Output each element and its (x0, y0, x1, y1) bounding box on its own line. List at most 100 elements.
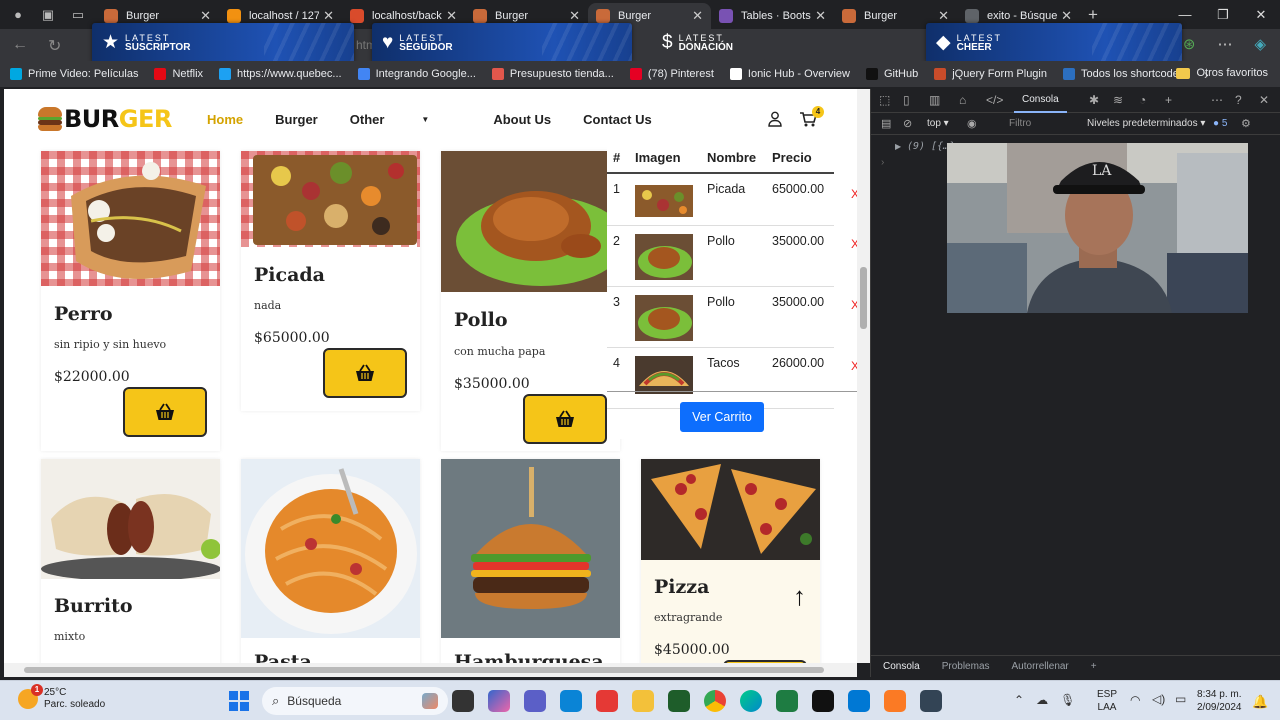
issues-count[interactable]: ● 5 (1213, 118, 1227, 129)
weather-widget[interactable]: 1 25°C Parc. soleado (18, 684, 105, 711)
eye-icon[interactable]: ◉ (967, 117, 977, 130)
bookmark-item[interactable]: Ionic Hub - Overview (729, 68, 850, 80)
network-icon[interactable]: ≋ (1113, 93, 1123, 107)
drawer-tab-autofill[interactable]: Autorrellenar (1012, 661, 1069, 672)
profile-icon[interactable]: ● (10, 7, 26, 23)
nav-home[interactable]: Home (207, 112, 243, 127)
tab-actions-icon[interactable]: ▭ (70, 7, 86, 23)
add-to-cart-button[interactable] (123, 387, 207, 437)
maximize-icon[interactable]: ❐ (1204, 0, 1242, 29)
elements-icon[interactable]: </> (986, 93, 1003, 107)
spreadsheet-icon[interactable] (776, 690, 798, 712)
drawer-tab-console[interactable]: Consola (883, 661, 920, 672)
teams-icon[interactable] (524, 690, 546, 712)
close-window-icon[interactable]: ✕ (1242, 0, 1280, 29)
vertical-scrollbar[interactable] (857, 89, 870, 663)
inspect-icon[interactable]: ⬚ (879, 93, 890, 107)
home-icon[interactable]: ⌂ (959, 93, 966, 107)
xampp-icon[interactable] (884, 690, 906, 712)
web-page-viewport: BURGER Home Burger Other ▼ About Us Conta… (4, 89, 857, 663)
scrollbar-thumb[interactable] (24, 667, 824, 673)
tab-close-icon[interactable]: ✕ (446, 8, 457, 24)
add-to-cart-button[interactable] (323, 348, 407, 398)
volume-icon[interactable]: ◁) (1152, 692, 1165, 706)
nav-other[interactable]: Other ▼ (350, 112, 462, 127)
user-icon[interactable] (768, 111, 782, 127)
tab-close-icon[interactable]: ✕ (692, 8, 703, 24)
drawer-tab-problems[interactable]: Problemas (942, 661, 990, 672)
clock[interactable]: 8:34 p. m. 2/09/2024 (1197, 688, 1242, 714)
remote-desktop-icon[interactable] (920, 690, 942, 712)
context-select[interactable]: top ▾ (927, 118, 949, 129)
xbox-icon[interactable] (668, 690, 690, 712)
reload-icon[interactable]: ↻ (48, 36, 61, 56)
onedrive-icon[interactable]: ☁ (1036, 693, 1048, 707)
tab-close-icon[interactable]: ✕ (323, 8, 334, 24)
start-button[interactable] (229, 691, 249, 711)
bookmark-item[interactable]: Todos los shortcode... (1063, 68, 1188, 80)
levels-select[interactable]: Niveles predeterminados ▾ (1087, 118, 1205, 129)
close-icon[interactable]: ✕ (1259, 93, 1269, 107)
horizontal-scrollbar[interactable] (4, 663, 857, 677)
device-toggle-icon[interactable]: ▯ (903, 93, 910, 107)
menu-icon[interactable]: ⋯ (1217, 35, 1232, 53)
bookmark-item[interactable]: jQuery Form Plugin (934, 68, 1047, 80)
bookmark-item[interactable]: GitHub (865, 68, 918, 80)
bookmark-item[interactable]: Integrando Google... (357, 68, 476, 80)
sidebar-toggle-icon[interactable]: ▤ (881, 117, 891, 130)
scrollbar-thumb[interactable] (860, 267, 867, 329)
copilot-icon[interactable]: ◈ (1254, 35, 1266, 53)
more-icon[interactable]: ⋯ (1211, 93, 1223, 107)
workspaces-icon[interactable]: ▣ (40, 7, 56, 23)
taskbar-search[interactable]: ⌕ Búsqueda (262, 687, 448, 715)
bookmark-item[interactable]: https://www.quebec... (219, 68, 342, 80)
copilot-app-icon[interactable] (488, 690, 510, 712)
bookmark-item[interactable]: (78) Pinterest (629, 68, 714, 80)
log-expand-icon[interactable]: ▶ (895, 142, 901, 151)
tab-console[interactable]: Consola (1014, 89, 1067, 113)
vscode-icon[interactable] (848, 690, 870, 712)
view-cart-button[interactable]: Ver Carrito (680, 402, 764, 432)
help-icon[interactable]: ? (1235, 93, 1242, 107)
clear-console-icon[interactable]: ⊘ (903, 117, 912, 130)
office-icon[interactable] (596, 690, 618, 712)
extension-icon[interactable]: ⊛ (1183, 35, 1196, 53)
tab-close-icon[interactable]: ✕ (569, 8, 580, 24)
other-bookmarks[interactable]: Otros favoritos (1176, 67, 1268, 79)
settings-icon[interactable]: ⚙ (1241, 117, 1251, 130)
tab-close-icon[interactable]: ✕ (200, 8, 211, 24)
bookmark-item[interactable]: Netflix (154, 68, 203, 80)
add-drawer-tab-icon[interactable]: + (1091, 661, 1097, 672)
bookmark-item[interactable]: Prime Video: Películas (10, 68, 138, 80)
bug-icon[interactable]: ✱ (1089, 93, 1099, 107)
tab-close-icon[interactable]: ✕ (938, 8, 949, 24)
nav-about[interactable]: About Us (493, 112, 551, 127)
performance-icon[interactable]: ◔ (1139, 93, 1146, 107)
back-icon[interactable]: ← (12, 36, 28, 56)
battery-icon[interactable]: ▭ (1175, 692, 1186, 706)
wifi-icon[interactable]: ◠ (1130, 693, 1140, 707)
store-icon[interactable] (560, 690, 582, 712)
terminal-icon[interactable] (812, 690, 834, 712)
add-tab-icon[interactable]: + (1165, 93, 1172, 107)
task-view-icon[interactable] (452, 690, 474, 712)
new-tab-button[interactable]: + (1088, 5, 1098, 25)
microphone-icon[interactable]: 🎙 (1060, 693, 1075, 707)
add-to-cart-button[interactable] (523, 394, 607, 444)
tab-close-icon[interactable]: ✕ (1061, 8, 1072, 24)
nav-burger[interactable]: Burger (275, 112, 318, 127)
sidebar-icon[interactable]: ▥ (929, 93, 940, 107)
file-explorer-icon[interactable] (632, 690, 654, 712)
bookmark-item[interactable]: Presupuesto tienda... (491, 68, 614, 80)
nav-contact[interactable]: Contact Us (583, 112, 652, 127)
filter-input[interactable]: Filtro (1009, 118, 1031, 129)
notifications-icon[interactable]: 🔔 (1252, 694, 1268, 710)
site-logo[interactable]: BURGER (38, 105, 172, 133)
scroll-to-top-icon[interactable]: ↑ (793, 581, 806, 612)
tab-label: Burger (126, 10, 160, 22)
edge-icon[interactable] (740, 690, 762, 712)
chevron-up-icon[interactable]: ⌃ (1014, 693, 1024, 707)
tab-close-icon[interactable]: ✕ (815, 8, 826, 24)
language-indicator[interactable]: ESP LAA (1097, 688, 1117, 714)
chrome-icon[interactable] (704, 690, 726, 712)
